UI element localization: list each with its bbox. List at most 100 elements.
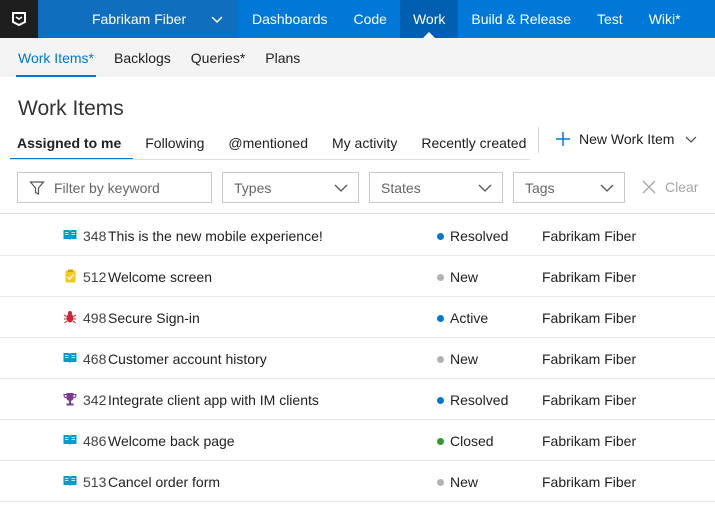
clipboard-icon xyxy=(63,269,77,283)
work-item-id: 486 xyxy=(83,433,107,449)
nav-work[interactable]: Work xyxy=(399,0,459,38)
work-item-title[interactable]: Customer account history xyxy=(108,351,267,367)
nav-wiki[interactable]: Wiki* xyxy=(636,0,694,38)
tab-my-activity[interactable]: My activity xyxy=(320,126,409,160)
bug-icon xyxy=(63,310,77,324)
states-label: States xyxy=(381,179,421,196)
table-row[interactable]: 498 Secure Sign-in Active Fabrikam Fiber xyxy=(0,297,715,338)
new-work-item-label: New Work Item xyxy=(579,131,675,147)
nav-dashboards[interactable]: Dashboards xyxy=(238,0,341,38)
new-work-item-button[interactable]: New Work Item xyxy=(555,128,698,150)
nav-code[interactable]: Code xyxy=(341,0,400,38)
subnav-backlogs[interactable]: Backlogs xyxy=(104,38,181,77)
state-dot-icon xyxy=(437,314,444,322)
filter-bar: Filter by keyword Types States Tags Clea… xyxy=(0,166,715,214)
tags-dropdown[interactable]: Tags xyxy=(513,172,625,203)
work-item-id: 468 xyxy=(83,351,107,367)
chevron-down-icon xyxy=(684,132,698,146)
filter-funnel-icon xyxy=(29,180,45,196)
state-cell: New xyxy=(437,474,478,490)
vsts-logo-icon[interactable] xyxy=(0,0,38,38)
chevron-down-icon xyxy=(334,181,348,195)
state-cell: Closed xyxy=(437,433,494,449)
sub-nav-bar: Work Items* Backlogs Queries* Plans xyxy=(0,38,715,77)
area-path: Fabrikam Fiber xyxy=(542,392,637,408)
state-label: New xyxy=(450,351,479,367)
states-dropdown[interactable]: States xyxy=(369,172,503,203)
project-selector[interactable]: Fabrikam Fiber xyxy=(38,0,238,38)
table-row[interactable]: 348 This is the new mobile experience! Res… xyxy=(0,215,715,256)
state-dot-icon xyxy=(437,273,444,281)
state-label: New xyxy=(450,474,479,490)
state-cell: New xyxy=(437,269,478,285)
state-label: New xyxy=(450,269,479,285)
book-icon xyxy=(63,228,77,242)
chevron-down-icon xyxy=(478,181,492,195)
pivot-tabs: Assigned to me Following @mentioned My a… xyxy=(0,126,538,160)
clear-filters-button[interactable]: Clear xyxy=(641,179,698,195)
work-item-id: 512 xyxy=(83,269,107,285)
table-row[interactable]: 468 Customer account history New Fabrikam F… xyxy=(0,338,715,379)
area-path: Fabrikam Fiber xyxy=(542,433,637,449)
state-label: Active xyxy=(450,310,489,326)
area-path: Fabrikam Fiber xyxy=(542,269,637,285)
types-dropdown[interactable]: Types xyxy=(222,172,359,203)
state-label: Resolved xyxy=(450,392,509,408)
subnav-work-items[interactable]: Work Items* xyxy=(8,38,104,77)
table-row[interactable]: 342 Integrate client app with IM clients R… xyxy=(0,379,715,420)
book-icon xyxy=(63,351,77,365)
work-item-id: 348 xyxy=(83,228,107,244)
state-cell: Resolved xyxy=(437,392,508,408)
work-item-id: 498 xyxy=(83,310,107,326)
tab-following[interactable]: Following xyxy=(133,126,216,160)
plus-icon xyxy=(555,131,571,147)
top-nav-bar: Fabrikam Fiber Dashboards Code Work Buil… xyxy=(0,0,715,38)
state-label: Resolved xyxy=(450,228,509,244)
book-icon xyxy=(63,433,77,447)
project-name: Fabrikam Fiber xyxy=(92,11,187,27)
tab-assigned-to-me[interactable]: Assigned to me xyxy=(0,126,134,160)
work-item-id: 513 xyxy=(83,474,107,490)
area-path: Fabrikam Fiber xyxy=(542,228,637,244)
area-path: Fabrikam Fiber xyxy=(542,310,637,326)
nav-test[interactable]: Test xyxy=(584,0,636,38)
state-cell: Resolved xyxy=(437,228,508,244)
page-title: Work Items xyxy=(18,97,124,120)
state-dot-icon xyxy=(437,396,444,404)
state-dot-icon xyxy=(437,437,444,445)
work-item-title[interactable]: Cancel order form xyxy=(108,474,220,490)
clear-label: Clear xyxy=(665,179,699,195)
types-label: Types xyxy=(234,179,272,196)
work-item-title[interactable]: This is the new mobile experience! xyxy=(108,228,323,244)
work-item-title[interactable]: Integrate client app with IM clients xyxy=(108,392,319,408)
nav-build-release[interactable]: Build & Release xyxy=(458,0,584,38)
table-row[interactable]: 512 Welcome screen New Fabrikam Fiber xyxy=(0,256,715,297)
pivot-underline xyxy=(10,159,530,160)
work-item-id: 342 xyxy=(83,392,107,408)
chevron-down-icon xyxy=(600,181,614,195)
state-dot-icon xyxy=(437,478,444,486)
book-icon xyxy=(63,474,77,488)
subnav-queries[interactable]: Queries* xyxy=(181,38,255,77)
trophy-icon xyxy=(63,392,77,406)
work-item-title[interactable]: Welcome screen xyxy=(108,269,212,285)
area-path: Fabrikam Fiber xyxy=(542,351,637,367)
state-cell: Active xyxy=(437,310,488,326)
tab-mentioned[interactable]: @mentioned xyxy=(216,126,320,160)
work-item-title[interactable]: Secure Sign-in xyxy=(108,310,200,326)
state-label: Closed xyxy=(450,433,494,449)
table-row[interactable]: 513 Cancel order form New Fabrikam Fiber xyxy=(0,461,715,502)
state-cell: New xyxy=(437,351,478,367)
state-dot-icon xyxy=(437,355,444,363)
table-row[interactable]: 486 Welcome back page Closed Fabrikam Fiber xyxy=(0,420,715,461)
keyword-placeholder: Filter by keyword xyxy=(54,179,160,196)
keyword-filter-input[interactable]: Filter by keyword xyxy=(17,172,212,203)
tab-recently-created[interactable]: Recently created xyxy=(409,126,538,160)
area-path: Fabrikam Fiber xyxy=(542,474,637,490)
state-dot-icon xyxy=(437,232,444,240)
work-item-title[interactable]: Welcome back page xyxy=(108,433,235,449)
close-icon xyxy=(641,179,657,195)
chevron-down-icon xyxy=(210,12,224,29)
work-items-list: 348 This is the new mobile experience! Res… xyxy=(0,215,715,502)
subnav-plans[interactable]: Plans xyxy=(255,38,310,77)
